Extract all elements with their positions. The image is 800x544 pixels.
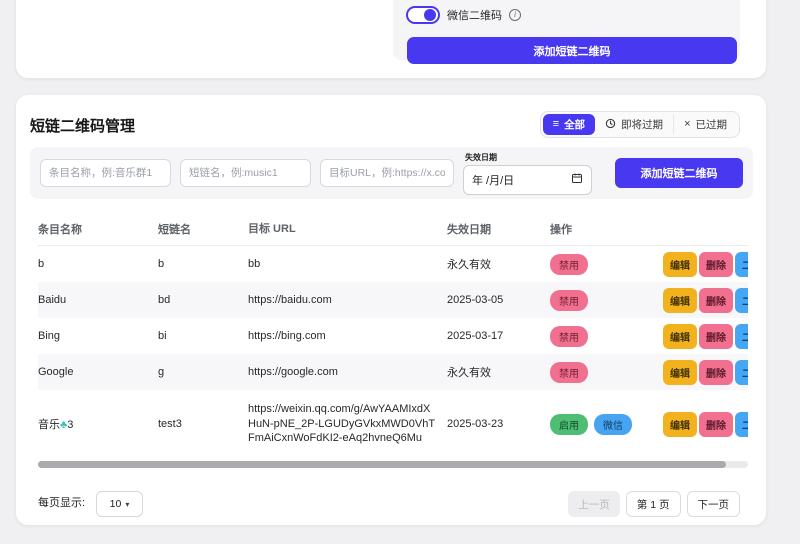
- edit-button[interactable]: 编辑: [663, 252, 697, 277]
- entry-name: b: [38, 258, 158, 270]
- next-page-button[interactable]: 下一页: [687, 491, 741, 517]
- horizontal-scrollbar-track[interactable]: [38, 461, 748, 468]
- delete-button[interactable]: 删除: [699, 288, 733, 313]
- expiry-date: 2025-03-17: [447, 330, 550, 342]
- expiry-date-input[interactable]: 年 /月/日: [463, 165, 592, 195]
- expiry-date-label: 失效日期: [465, 152, 592, 163]
- col-header-url: 目标 URL: [248, 222, 447, 237]
- entry-name: Bing: [38, 330, 158, 342]
- shortlink-table: 条目名称 短链名 目标 URL 失效日期 操作 b b bb 永久有效 禁用 编…: [38, 213, 748, 459]
- qrcode-button[interactable]: 二维码: [735, 324, 748, 349]
- edit-button[interactable]: 编辑: [663, 360, 697, 385]
- expiry-date: 永久有效: [447, 256, 550, 272]
- table-header-row: 条目名称 短链名 目标 URL 失效日期 操作: [38, 213, 748, 246]
- slug: g: [158, 366, 248, 378]
- table-row: Google g https://google.com 永久有效 禁用 编辑 删…: [38, 354, 748, 390]
- delete-button[interactable]: 删除: [699, 412, 733, 437]
- col-header-expiry: 失效日期: [447, 221, 550, 237]
- add-shortlink-qrcode-submit-button[interactable]: 添加短链二维码: [615, 158, 743, 188]
- expiry-date-field: 失效日期 年 /月/日: [463, 150, 592, 196]
- toggle-knob: [424, 9, 436, 21]
- qrcode-button[interactable]: 二维码: [735, 288, 748, 313]
- slug: b: [158, 258, 248, 270]
- add-entry-form: 失效日期 年 /月/日 添加短链二维码: [30, 147, 753, 199]
- target-url: bb: [248, 257, 447, 272]
- add-shortlink-qrcode-button[interactable]: 添加短链二维码: [407, 37, 737, 64]
- status-badge: 禁用: [550, 254, 588, 275]
- delete-button[interactable]: 删除: [699, 324, 733, 349]
- wechat-qr-panel: 微信二维码 i 添加短链二维码: [393, 0, 740, 60]
- per-page-value: 10: [110, 498, 122, 510]
- target-url-input[interactable]: [320, 159, 454, 187]
- entry-name: 音乐♣3: [38, 416, 158, 432]
- qrcode-button[interactable]: 二维码: [735, 360, 748, 385]
- menu-icon: ≡: [553, 119, 559, 130]
- filter-tab-label: 已过期: [696, 117, 728, 132]
- status-badge: 禁用: [550, 326, 588, 347]
- target-url: https://baidu.com: [248, 293, 447, 308]
- page: 微信二维码 i 添加短链二维码 短链二维码管理 ≡ 全部 即将过期 × 已过期: [0, 0, 800, 544]
- info-icon[interactable]: i: [509, 9, 521, 21]
- close-icon: ×: [684, 119, 690, 130]
- edit-button[interactable]: 编辑: [663, 324, 697, 349]
- filter-tab-expired[interactable]: × 已过期: [673, 114, 737, 135]
- target-url: https://bing.com: [248, 329, 447, 344]
- table-row: b b bb 永久有效 禁用 编辑 删除 二维码: [38, 246, 748, 282]
- table-row: Bing bi https://bing.com 2025-03-17 禁用 编…: [38, 318, 748, 354]
- status-badge: 禁用: [550, 362, 588, 383]
- clock-icon: [605, 118, 616, 132]
- target-url: https://weixin.qq.com/g/AwYAAMIxdXHuN-pN…: [248, 402, 447, 447]
- target-url: https://google.com: [248, 365, 447, 380]
- wechat-tag: 微信: [594, 414, 632, 435]
- edit-button[interactable]: 编辑: [663, 288, 697, 313]
- slug: bi: [158, 330, 248, 342]
- table-row: Baidu bd https://baidu.com 2025-03-05 禁用…: [38, 282, 748, 318]
- col-header-actions: 操作: [550, 221, 663, 237]
- status-badge: 启用: [550, 414, 588, 435]
- page-title: 短链二维码管理: [30, 115, 135, 136]
- date-value: 年 /月/日: [472, 172, 514, 188]
- caret-down-icon: ▾: [125, 500, 129, 509]
- expiry-date: 2025-03-05: [447, 294, 550, 306]
- horizontal-scrollbar-thumb[interactable]: [38, 461, 726, 468]
- qrcode-button[interactable]: 二维码: [735, 412, 748, 437]
- page-indicator: 第 1 页: [626, 491, 681, 517]
- delete-button[interactable]: 删除: [699, 360, 733, 385]
- edit-button[interactable]: 编辑: [663, 412, 697, 437]
- expiry-date: 2025-03-23: [447, 418, 550, 430]
- shortlink-management-card: 短链二维码管理 ≡ 全部 即将过期 × 已过期 失效日期 年 /月/日: [16, 95, 766, 525]
- toggle-label: 微信二维码: [447, 7, 502, 23]
- filter-tab-expiring[interactable]: 即将过期: [595, 114, 673, 135]
- entry-name: Baidu: [38, 294, 158, 306]
- filter-tab-label: 全部: [564, 117, 585, 132]
- status-badge: 禁用: [550, 290, 588, 311]
- slug: bd: [158, 294, 248, 306]
- table-row: 音乐♣3 test3 https://weixin.qq.com/g/AwYAA…: [38, 390, 748, 458]
- delete-button[interactable]: 删除: [699, 252, 733, 277]
- pagination: 上一页 第 1 页 下一页: [568, 491, 740, 517]
- entry-name-input[interactable]: [40, 159, 171, 187]
- calendar-icon[interactable]: [571, 171, 583, 189]
- entry-name: Google: [38, 366, 158, 378]
- slug: test3: [158, 418, 248, 430]
- qrcode-button[interactable]: 二维码: [735, 252, 748, 277]
- col-header-slug: 短链名: [158, 221, 248, 237]
- expiry-date: 永久有效: [447, 364, 550, 380]
- slug-input[interactable]: [180, 159, 311, 187]
- filter-tab-all[interactable]: ≡ 全部: [543, 114, 595, 135]
- add-qrcode-card: 微信二维码 i 添加短链二维码: [16, 0, 766, 78]
- prev-page-button[interactable]: 上一页: [568, 491, 620, 517]
- per-page-select[interactable]: 10 ▾: [96, 491, 143, 517]
- filter-tab-label: 即将过期: [621, 117, 663, 132]
- filter-tabs: ≡ 全部 即将过期 × 已过期: [540, 111, 740, 138]
- per-page-label: 每页显示:: [38, 491, 85, 516]
- col-header-name: 条目名称: [38, 221, 158, 237]
- wechat-qr-toggle[interactable]: [406, 6, 440, 24]
